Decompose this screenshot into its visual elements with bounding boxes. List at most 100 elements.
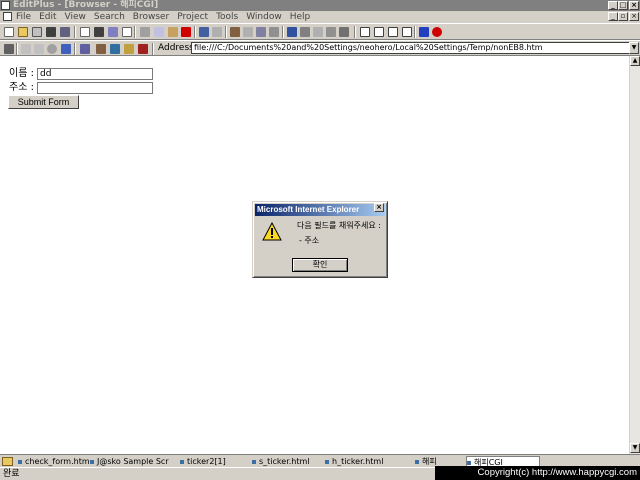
- undo-icon[interactable]: [199, 27, 209, 37]
- dialog-ok-button[interactable]: 확인: [292, 258, 348, 272]
- mdi-restore-button[interactable]: ▫: [618, 12, 628, 21]
- menu-browser[interactable]: Browser: [133, 12, 169, 22]
- alert-dialog: Microsoft Internet Explorer × 다음 필드를 채워주…: [252, 201, 388, 278]
- doc-tab[interactable]: J@sko Sample Scr: [90, 456, 170, 467]
- dialog-message-field: - 주소: [299, 236, 320, 245]
- history-icon[interactable]: [138, 44, 148, 54]
- redo-icon[interactable]: [212, 27, 222, 37]
- refresh-icon[interactable]: [61, 44, 71, 54]
- address-field-input[interactable]: [37, 82, 153, 94]
- toolbar-separator: [225, 26, 227, 38]
- doc-tab-label: 해피: [422, 457, 437, 466]
- menu-window[interactable]: Window: [246, 12, 282, 22]
- menu-items: File Edit View Search Browser Project Tools Win…: [16, 11, 318, 23]
- scroll-down-icon[interactable]: ▼: [630, 443, 640, 453]
- screen-icon[interactable]: [339, 27, 349, 37]
- copyright-watermark: Copyright(c) http://www.happycgi.com: [435, 466, 640, 480]
- mdi-close-button[interactable]: ×: [629, 12, 639, 21]
- main-toolbar: [0, 23, 640, 40]
- maximize-button[interactable]: □: [618, 1, 628, 10]
- menu-search[interactable]: Search: [94, 12, 125, 22]
- doc-tab[interactable]: ticker2[1]: [180, 456, 242, 467]
- menu-project[interactable]: Project: [177, 12, 208, 22]
- text-size-icon[interactable]: [80, 44, 90, 54]
- document-icon[interactable]: [3, 12, 12, 21]
- mdi-minimize-button[interactable]: _: [608, 12, 618, 21]
- window-split-icon[interactable]: [388, 27, 398, 37]
- doc-tab[interactable]: s_ticker.html: [252, 456, 314, 467]
- back-icon[interactable]: [21, 44, 31, 54]
- title-bar: EditPlus - [Browser - 해피CGI] _ □ ×: [0, 0, 640, 11]
- menu-view[interactable]: View: [65, 12, 86, 22]
- vertical-scrollbar[interactable]: ▲ ▼: [629, 56, 640, 454]
- menu-help[interactable]: Help: [290, 12, 311, 22]
- html-file-icon: [467, 460, 471, 465]
- menu-bar: File Edit View Search Browser Project Tools Win…: [0, 11, 640, 23]
- doc-tab-label: check_form.html: [25, 457, 90, 466]
- submit-form-button[interactable]: Submit Form: [8, 95, 79, 109]
- forward-icon[interactable]: [34, 44, 44, 54]
- status-text: 완료: [3, 469, 20, 479]
- scroll-up-icon[interactable]: ▲: [630, 56, 640, 66]
- window-full-icon[interactable]: [402, 27, 412, 37]
- toolbar-separator: [414, 26, 416, 38]
- line-number-icon[interactable]: [326, 27, 336, 37]
- search-globe-icon[interactable]: [110, 44, 120, 54]
- doc-tab[interactable]: check_form.html: [18, 456, 90, 467]
- folder-icon[interactable]: [2, 457, 13, 466]
- name-label: 이름 :: [9, 68, 34, 79]
- address-dropdown-icon[interactable]: ▼: [629, 42, 639, 54]
- toolbar-separator: [194, 26, 196, 38]
- warning-icon: [262, 222, 282, 241]
- toolbar-separator: [74, 26, 76, 38]
- page-icon[interactable]: [122, 27, 132, 37]
- ruler-icon[interactable]: [313, 27, 323, 37]
- browser-toolbar: Address file:///C:/Documents%20and%20Set…: [0, 40, 640, 56]
- address-field-label: 주소 :: [9, 82, 34, 93]
- window-tile-icon[interactable]: [360, 27, 370, 37]
- stop-icon[interactable]: [432, 27, 442, 37]
- toolbar-separator: [152, 43, 154, 55]
- doc-tab-label: h_ticker.html: [332, 457, 384, 466]
- home-icon[interactable]: [96, 44, 106, 54]
- html-file-icon: [325, 459, 329, 464]
- new-file-icon[interactable]: [4, 27, 14, 37]
- paste-icon[interactable]: [168, 27, 178, 37]
- word-wrap-icon[interactable]: [300, 27, 310, 37]
- doc-tab-label: J@sko Sample Scr: [97, 457, 169, 466]
- favorites-icon[interactable]: [124, 44, 134, 54]
- font-icon[interactable]: [287, 27, 297, 37]
- minimize-button[interactable]: _: [608, 1, 618, 10]
- goto-icon[interactable]: [269, 27, 279, 37]
- dialog-message: 다음 필드를 채워주세요 :: [297, 221, 381, 230]
- toolbar-separator: [16, 43, 18, 55]
- menu-edit[interactable]: Edit: [39, 12, 56, 22]
- menu-file[interactable]: File: [16, 12, 31, 22]
- dialog-close-button[interactable]: ×: [374, 203, 384, 212]
- save-icon[interactable]: [46, 27, 56, 37]
- delete-icon[interactable]: [181, 27, 191, 37]
- print-preview-icon[interactable]: [80, 27, 90, 37]
- spell-check-icon[interactable]: [108, 27, 118, 37]
- window-cascade-icon[interactable]: [374, 27, 384, 37]
- find-icon[interactable]: [230, 27, 240, 37]
- close-button[interactable]: ×: [629, 1, 639, 10]
- pencil-icon[interactable]: [4, 44, 14, 54]
- help-icon[interactable]: [419, 27, 429, 37]
- doc-tab[interactable]: h_ticker.html: [325, 456, 387, 467]
- doc-tab-label: ticker2[1]: [187, 457, 226, 466]
- save-all-icon[interactable]: [60, 27, 70, 37]
- menu-tools[interactable]: Tools: [216, 12, 238, 22]
- stop-load-icon[interactable]: [47, 44, 57, 54]
- replace-icon[interactable]: [243, 27, 253, 37]
- server-icon[interactable]: [32, 27, 42, 37]
- address-input[interactable]: file:///C:/Documents%20and%20Settings/ne…: [191, 42, 631, 54]
- html-file-icon: [18, 459, 22, 464]
- find-in-files-icon[interactable]: [256, 27, 266, 37]
- name-input[interactable]: dd: [37, 68, 153, 80]
- open-file-icon[interactable]: [18, 27, 28, 37]
- doc-tab-label: s_ticker.html: [259, 457, 310, 466]
- print-icon[interactable]: [94, 27, 104, 37]
- copy-icon[interactable]: [154, 27, 164, 37]
- cut-icon[interactable]: [140, 27, 150, 37]
